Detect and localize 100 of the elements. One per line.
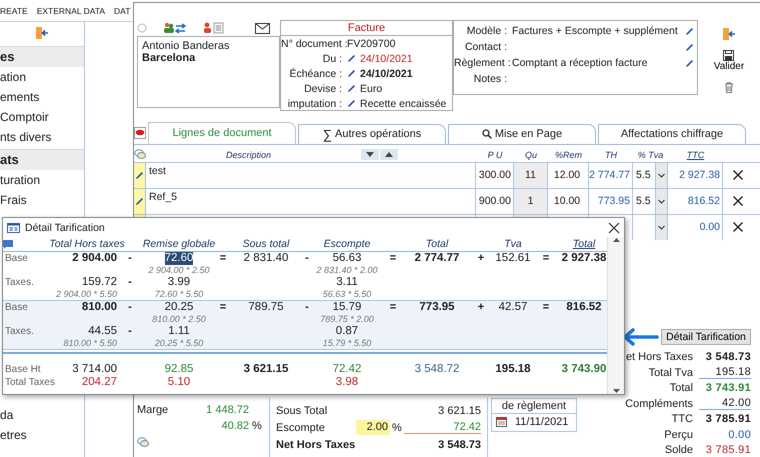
contacts-icon[interactable]	[163, 22, 187, 34]
save-button[interactable]: Valider	[714, 50, 744, 72]
tab[interactable]: Affectations chiffrage	[598, 124, 746, 144]
discount-rate-field[interactable]: 2.00	[356, 420, 390, 435]
field-label: Notes :	[472, 73, 508, 85]
calendar-icon[interactable]	[496, 417, 507, 427]
column-header: Total Hors taxes	[49, 238, 125, 250]
total-value: 0.00	[727, 428, 751, 441]
detail-button[interactable]: Détail Tarification	[661, 328, 751, 344]
field-value: Comptant a réception facture	[512, 57, 648, 69]
field-value: Factures + Escompte + supplément	[512, 25, 679, 37]
unit-label: %	[391, 422, 403, 434]
tab[interactable]: ∑ Autres opérations	[298, 124, 446, 144]
chat-icon[interactable]	[134, 149, 146, 160]
scroll-up-icon[interactable]	[612, 237, 620, 242]
operator-sign: -	[305, 301, 309, 314]
person-card-icon[interactable]	[203, 22, 225, 34]
operator-sign: =	[542, 301, 550, 314]
dropdown-button[interactable]	[656, 162, 668, 188]
scroll-down-icon[interactable]	[612, 389, 620, 394]
operator-sign: =	[390, 301, 396, 314]
total-label: et Hors Taxes	[624, 351, 693, 364]
menu-item[interactable]: etres	[0, 425, 84, 445]
scrollbar[interactable]	[607, 237, 624, 394]
operator-sign: -	[128, 276, 132, 289]
sort-down-button[interactable]	[361, 149, 380, 160]
menu-item[interactable]: ements	[0, 87, 84, 107]
radio-icon[interactable]	[137, 23, 147, 33]
pencil-icon[interactable]	[135, 170, 144, 180]
dropdown-button[interactable]	[656, 214, 668, 240]
table-cell: 3 548.72	[414, 363, 460, 376]
delete-icon[interactable]	[733, 170, 743, 180]
section-header: ats	[0, 149, 84, 170]
formula-note: 810.00 * 5.50	[63, 338, 117, 349]
envelope-icon[interactable]	[255, 22, 270, 34]
trash-icon[interactable]	[724, 82, 734, 93]
ribbon-tab[interactable]: REATE	[0, 6, 28, 16]
discount-label: Escompte	[276, 422, 326, 434]
operator-sign: -	[128, 301, 132, 314]
payment-date: 11/11/2021	[515, 416, 568, 428]
column-header: % Tva	[636, 150, 664, 160]
row-label: Taxes.	[4, 276, 35, 289]
price-group[interactable]: Base 810.00 - 20.25 810.00 * 2.50 = 789.75 - 15.79 789.75 * 2.00 = 773.95 + 42.57 = 816.52 Taxes. 44.55 810.00 * 5.50 - 1.11 20.25 * 5.50 0.87 15.79 * 5.50	[3, 301, 607, 350]
total-value: 3 743.91	[704, 382, 751, 394]
column-header: TH	[604, 150, 618, 160]
exit-icon[interactable]	[35, 27, 49, 39]
exit-icon[interactable]	[722, 28, 736, 40]
row-label: Taxes.	[4, 325, 35, 338]
pencil-icon[interactable]	[135, 196, 144, 206]
menu-item[interactable]: ation	[0, 67, 84, 87]
total-label: Total	[668, 382, 693, 394]
column-header: %Rem	[554, 150, 583, 160]
formula-note: 2 831.40 * 2.00	[316, 265, 378, 276]
total-label: Solde	[664, 444, 693, 456]
menu-item[interactable]: turation	[0, 170, 84, 190]
table-cell: test	[149, 164, 166, 176]
menu-item[interactable]: Comptoir	[0, 107, 84, 127]
delete-icon[interactable]	[733, 196, 743, 206]
chat-icon[interactable]	[137, 436, 149, 448]
tab[interactable]: Lignes de document	[148, 122, 296, 144]
table-cell: 72.60	[164, 252, 194, 265]
payment-title: de règlement	[492, 399, 576, 414]
sort-up-button[interactable]	[380, 149, 398, 160]
comment-icon[interactable]	[134, 126, 146, 138]
table-cell: 10.00	[554, 194, 580, 206]
table-cell: 900.00	[478, 194, 511, 206]
menu-item[interactable]: Frais	[0, 190, 84, 210]
table-cell: 72.42	[332, 363, 362, 376]
row-label: Base	[4, 301, 29, 314]
window-title: Détail Tarification	[25, 222, 105, 234]
customer-name: Antonio Banderas	[142, 40, 230, 52]
formula-note: 789.75 * 2.00	[320, 314, 374, 325]
total-label: Total Tva	[648, 366, 693, 379]
field-label: Modèle :	[466, 25, 508, 37]
total-value: 42.00	[699, 397, 751, 410]
ribbon-tab[interactable]: DAT	[114, 6, 130, 16]
table-cell: 773.95	[419, 301, 455, 314]
close-button[interactable]	[608, 222, 620, 234]
operator-sign: +	[478, 252, 484, 265]
tab[interactable]: Mise en Page	[448, 124, 596, 144]
triangle-down-icon	[366, 152, 374, 157]
edit-cell[interactable]	[134, 188, 146, 214]
total-value: 3 548.73	[704, 351, 751, 364]
menu-item[interactable]: da	[0, 405, 84, 425]
field-value: Recette encaissée	[360, 98, 446, 110]
total-value: 3 785.91	[704, 413, 751, 426]
table-cell: 152.61	[495, 252, 531, 265]
operator-sign: -	[128, 252, 132, 265]
ribbon-tab[interactable]: EXTERNAL DATA	[36, 6, 106, 16]
table-cell: 2 774.77	[589, 168, 630, 180]
table-cell: 56.63	[332, 252, 362, 265]
edit-cell[interactable]	[134, 162, 146, 188]
note-icon	[3, 240, 13, 248]
delete-icon[interactable]	[733, 222, 743, 232]
table-cell: 2 904.00	[72, 252, 117, 265]
formula-note: 2 904.00 * 2.50	[148, 265, 210, 276]
field-label: Échéance :	[288, 68, 343, 80]
row-label: Base	[4, 252, 29, 265]
menu-item[interactable]: nts divers	[0, 127, 84, 147]
dropdown-button[interactable]	[656, 188, 668, 214]
